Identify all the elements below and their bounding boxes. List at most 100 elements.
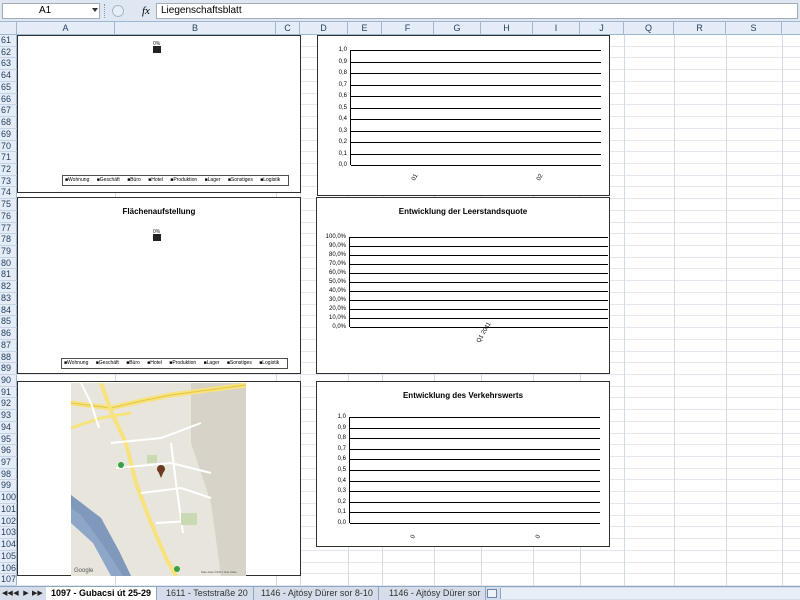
column-header[interactable]: R <box>674 22 726 35</box>
column-header[interactable]: A <box>17 22 115 35</box>
plot-area <box>349 417 600 524</box>
row-header[interactable]: 101 <box>0 504 17 516</box>
horizontal-scrollbar[interactable] <box>500 588 800 599</box>
expand-icon[interactable] <box>112 5 124 17</box>
row-header[interactable]: 98 <box>0 469 17 481</box>
gridline <box>350 237 608 238</box>
row-header[interactable]: 67 <box>0 105 17 118</box>
sheet-tab[interactable]: 1146 - Ajtósy Dürer sor 8-10 <box>256 587 379 600</box>
row-header[interactable]: 85 <box>0 316 17 329</box>
pie-chart-1[interactable]: 0% ■Wohnung ■Geschäft ■Büro ■Hotel ■Prod… <box>17 35 301 193</box>
legend-item: ■Produktion <box>169 360 197 366</box>
row-header[interactable]: 94 <box>0 422 17 434</box>
row-header[interactable]: 96 <box>0 445 17 458</box>
row-header[interactable]: 99 <box>0 480 17 493</box>
legend-item: ■Geschäft <box>95 360 119 366</box>
row-header[interactable]: 106 <box>0 563 17 575</box>
row-header[interactable]: 69 <box>0 129 17 141</box>
insert-sheet-icon[interactable] <box>487 589 497 598</box>
row-header[interactable]: 77 <box>0 223 17 235</box>
row-header[interactable]: 107 <box>0 574 17 586</box>
insert-function-button[interactable]: fx <box>142 3 150 19</box>
column-header[interactable]: Q <box>624 22 674 35</box>
column-header[interactable]: J <box>580 22 624 35</box>
pie-chart-2[interactable]: Flächenaufstellung 0% ■Wohnung ■Geschäft… <box>17 197 301 374</box>
row-header[interactable]: 66 <box>0 94 17 106</box>
row-header[interactable]: 89 <box>0 363 17 375</box>
row-header[interactable]: 82 <box>0 281 17 293</box>
first-sheet-button[interactable]: ◀◀ <box>2 589 13 599</box>
column-header[interactable]: D <box>300 22 348 35</box>
legend-item: ■Lager <box>204 177 221 183</box>
row-header[interactable]: 73 <box>0 176 17 188</box>
grid-column-line <box>674 35 675 586</box>
row-header[interactable]: 65 <box>0 82 17 94</box>
chevron-down-icon[interactable] <box>92 8 98 12</box>
row-header[interactable]: 92 <box>0 398 17 411</box>
map-chart[interactable]: Google Map data ©2011 Tele Atlas <box>17 381 301 576</box>
row-header[interactable]: 81 <box>0 269 17 282</box>
y-tick-label: 0,4 <box>337 477 346 484</box>
column-header[interactable]: G <box>434 22 481 35</box>
row-header[interactable]: 105 <box>0 551 17 563</box>
row-header[interactable]: 61 <box>0 35 17 47</box>
line-chart-leerstandsquote[interactable]: Entwicklung der Leerstandsquote 100,0% 90,… <box>316 197 610 374</box>
y-tick-label: 1,0 <box>338 47 347 53</box>
row-header[interactable]: 70 <box>0 141 17 153</box>
row-header[interactable]: 100 <box>0 492 17 504</box>
row-header[interactable]: 78 <box>0 234 17 247</box>
row-header[interactable]: 88 <box>0 352 17 364</box>
column-header[interactable]: H <box>481 22 533 35</box>
row-header[interactable]: 68 <box>0 117 17 129</box>
row-header[interactable]: 86 <box>0 328 17 340</box>
line-chart-1[interactable]: 1,0 0,9 0,8 0,7 0,6 0,5 0,4 0,3 0,2 0,1 0,0 01 02 <box>317 35 610 196</box>
row-header[interactable]: 103 <box>0 527 17 540</box>
row-header[interactable]: 80 <box>0 258 17 270</box>
formula-input[interactable]: Liegenschaftsblatt <box>156 3 798 19</box>
row-header[interactable]: 76 <box>0 211 17 223</box>
row-header[interactable]: 95 <box>0 434 17 446</box>
column-header[interactable]: S <box>726 22 782 35</box>
row-header[interactable]: 84 <box>0 305 17 317</box>
svg-text:0%: 0% <box>153 229 161 235</box>
y-tick-label: 0,1 <box>338 150 347 157</box>
sheet-tab[interactable]: 1146 - Ajtósy Dürer sor <box>384 587 487 600</box>
row-header[interactable]: 79 <box>0 246 17 258</box>
line-chart-verkehrswert[interactable]: Entwicklung des Verkehrswerts 1,0 0,9 0,8 0,… <box>316 381 610 547</box>
row-header[interactable]: 104 <box>0 539 17 551</box>
legend-item: ■Sonstiges <box>226 360 252 366</box>
row-header[interactable]: 90 <box>0 375 17 387</box>
sheet-tab[interactable]: 1611 - Teststraße 20 <box>161 587 254 600</box>
row-header[interactable]: 62 <box>0 47 17 59</box>
resize-handle[interactable] <box>104 4 106 18</box>
row-header[interactable]: 83 <box>0 293 17 305</box>
row-header[interactable]: 64 <box>0 70 17 82</box>
next-sheet-button[interactable]: ▶ <box>22 589 30 599</box>
column-header[interactable]: E <box>348 22 382 35</box>
legend-item: ■Lager <box>203 360 220 366</box>
chart-title: Flächenaufstellung <box>122 207 196 216</box>
row-header[interactable]: 102 <box>0 516 17 528</box>
sheet-tab-active[interactable]: 1097 - Gubacsi út 25-29 <box>46 587 158 600</box>
row-header[interactable]: 91 <box>0 387 17 399</box>
row-header[interactable]: 97 <box>0 457 17 469</box>
select-all-corner[interactable] <box>0 22 17 35</box>
y-tick-label: 0,9 <box>337 424 346 431</box>
row-header[interactable]: 71 <box>0 152 17 164</box>
y-tick-label: 10,0% <box>328 315 346 321</box>
row-header[interactable]: 74 <box>0 187 17 200</box>
column-header[interactable]: B <box>115 22 276 35</box>
column-header[interactable]: C <box>276 22 300 35</box>
column-header[interactable]: F <box>382 22 434 35</box>
row-header[interactable]: 87 <box>0 340 17 352</box>
row-header[interactable]: 93 <box>0 410 17 422</box>
row-header[interactable]: 72 <box>0 164 17 176</box>
legend-item: ■Wohnung <box>64 360 89 366</box>
x-tick-label: 0 <box>409 534 417 540</box>
last-sheet-button[interactable]: ▶▶ <box>32 589 43 599</box>
row-header[interactable]: 63 <box>0 58 17 71</box>
prev-sheet-button[interactable]: ◀ <box>12 589 20 599</box>
column-header[interactable]: I <box>533 22 580 35</box>
name-box[interactable]: A1 <box>2 3 100 19</box>
row-header[interactable]: 75 <box>0 199 17 211</box>
